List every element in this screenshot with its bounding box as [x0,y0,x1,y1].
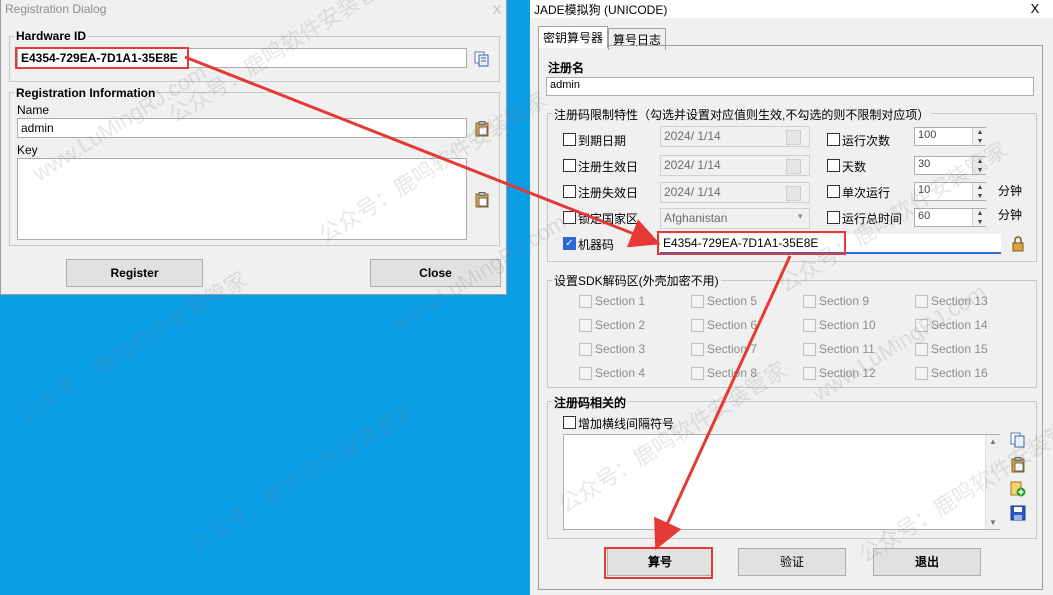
tab-keygen[interactable]: 密钥算号器 [538,26,609,48]
annotation-arrows [184,55,792,551]
arrow-hardware-to-machine [184,55,661,248]
arrow-machine-to-calc [654,255,792,551]
